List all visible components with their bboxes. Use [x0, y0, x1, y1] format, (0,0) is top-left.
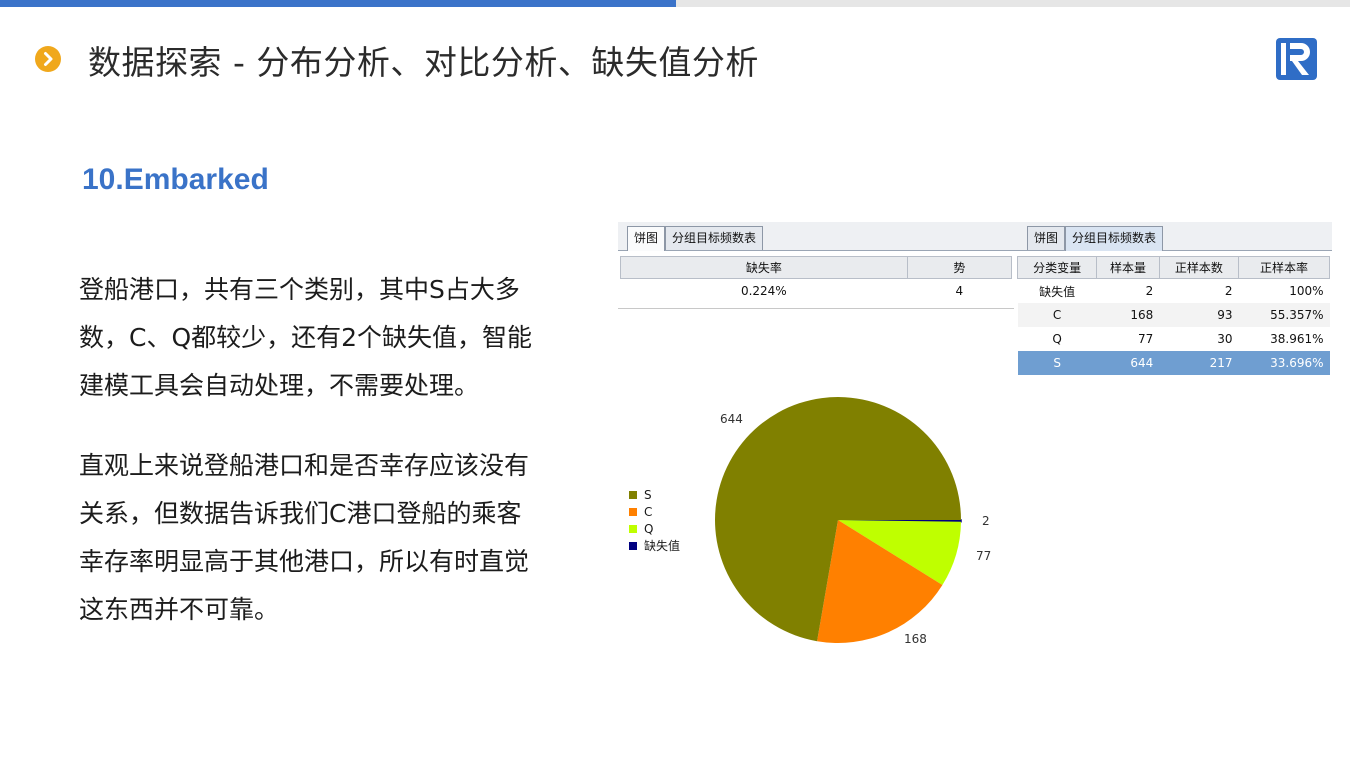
paragraph-line: 幸存率明显高于其他港口，所以有时直觉 [79, 547, 530, 576]
cell-sample-size: 168 [1096, 303, 1160, 327]
cell-category: 缺失值 [1039, 284, 1076, 299]
column-header-cardinality[interactable]: 势 [906, 256, 1013, 279]
column-header-category[interactable]: 分类变量 [1016, 256, 1098, 279]
frequency-table-panel: 饼图 分组目标频数表 分类变量 样本量 正样本数 正样本率 缺失值 2 2 10… [1014, 222, 1332, 380]
paragraph-line: 数，C、Q都较少，还有2个缺失值，智能 [79, 323, 533, 352]
cell-positive-count: 93 [1159, 303, 1239, 327]
cell-sample-size: 2 [1145, 284, 1154, 298]
missing-rate-panel: 饼图 分组目标频数表 缺失率 势 0.224% 4 [618, 222, 1014, 309]
paragraph-line: 关系，但数据告诉我们C港口登船的乘客 [79, 499, 522, 528]
paragraph-line: 这东西并不可靠。 [79, 595, 280, 624]
tab-strip: 饼图 分组目标频数表 [618, 222, 1014, 251]
cell-positive-count: 217 [1159, 351, 1239, 375]
table-row[interactable]: C 168 93 55.357% [1017, 303, 1330, 327]
table-row[interactable]: 0.224% 4 [621, 279, 1012, 304]
cell-missing-rate: 0.224% [740, 284, 787, 298]
paragraph-line: 直观上来说登船港口和是否幸存应该没有 [79, 451, 530, 480]
cell-category: Q [1052, 332, 1062, 346]
tab-strip: 饼图 分组目标频数表 [1014, 222, 1332, 251]
cell-positive-count: 30 [1217, 332, 1233, 346]
cell-positive-rate: 33.696% [1238, 351, 1330, 375]
cell-category: S [1017, 351, 1097, 375]
column-header-missing-rate[interactable]: 缺失率 [620, 256, 908, 279]
top-accent-bar [0, 0, 676, 7]
cell-positive-rate: 55.357% [1238, 303, 1330, 327]
tab-pie-chart[interactable]: 饼图 [627, 226, 666, 251]
paragraph-line: 登船港口，共有三个类别，其中S占大多 [79, 275, 520, 304]
paragraph-line: 建模工具会自动处理，不需要处理。 [79, 371, 480, 400]
cell-category: C [1017, 303, 1097, 327]
column-header-sample-size[interactable]: 样本量 [1096, 256, 1160, 279]
pie-chart [715, 396, 962, 643]
cell-positive-rate: 38.961% [1270, 332, 1324, 346]
description-paragraph-2: 直观上来说登船港口和是否幸存应该没有 关系，但数据告诉我们C港口登船的乘客 幸存… [79, 442, 579, 634]
slide-title: 数据探索 - 分布分析、对比分析、缺失值分析 [88, 43, 759, 82]
missing-rate-table: 缺失率 势 0.224% 4 [620, 256, 1013, 304]
table-row-selected[interactable]: S 644 217 33.696% [1017, 351, 1330, 375]
data-label-s: 644 [720, 412, 743, 426]
frequency-table: 分类变量 样本量 正样本数 正样本率 缺失值 2 2 100% C 168 93… [1016, 256, 1330, 375]
cell-positive-count: 2 [1224, 284, 1233, 298]
cell-cardinality: 4 [955, 284, 964, 298]
cell-sample-size: 77 [1138, 332, 1154, 346]
column-header-positive-rate[interactable]: 正样本率 [1238, 256, 1330, 279]
chevron-right-icon [35, 46, 61, 72]
data-label-q: 77 [976, 549, 992, 563]
brand-logo-icon [1276, 38, 1317, 80]
description-paragraph-1: 登船港口，共有三个类别，其中S占大多 数，C、Q都较少，还有2个缺失值，智能 建… [79, 266, 579, 410]
table-row[interactable]: Q 77 30 38.961% [1018, 327, 1330, 351]
data-label-c: 168 [904, 632, 927, 646]
column-header-positive-count[interactable]: 正样本数 [1158, 256, 1240, 279]
table-row[interactable]: 缺失值 2 2 100% [1018, 279, 1330, 304]
tab-frequency-table[interactable]: 分组目标频数表 [665, 226, 764, 250]
tab-frequency-table[interactable]: 分组目标频数表 [1065, 226, 1164, 251]
tab-pie-chart[interactable]: 饼图 [1027, 226, 1066, 250]
cell-positive-rate: 100% [1289, 284, 1324, 298]
data-label-missing: 2 [982, 514, 990, 528]
cell-sample-size: 644 [1096, 351, 1160, 375]
section-heading: 10.Embarked [82, 163, 269, 196]
top-gray-bar [676, 0, 1350, 7]
